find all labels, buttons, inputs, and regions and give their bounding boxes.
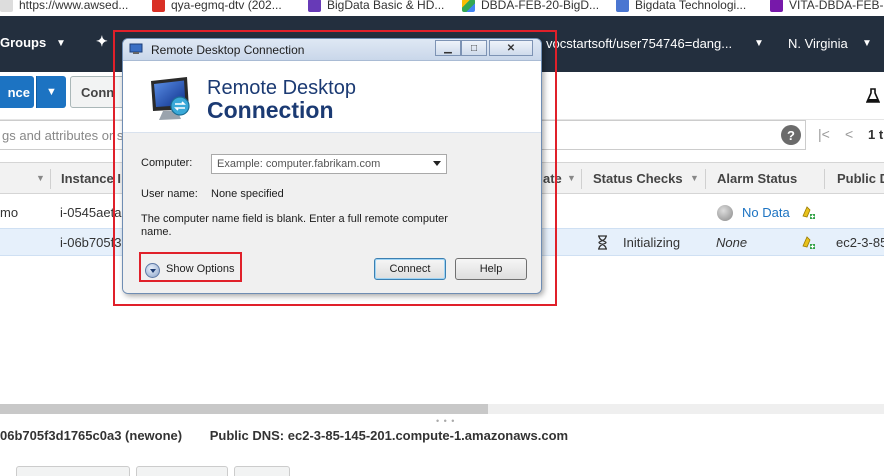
status-dot-icon [717, 205, 733, 221]
horizontal-scrollbar-track[interactable] [488, 404, 884, 414]
alarm-status-link[interactable]: No Data [742, 205, 790, 220]
rdp-icon [129, 43, 143, 54]
bookmark-item[interactable]: DBDA-FEB-20-BigD... [462, 0, 599, 15]
bookmarks-bar: https://www.awsed... qya-egmq-dtv (202..… [0, 0, 884, 16]
bookmark-label: Bigdata Technologi... [635, 0, 747, 12]
flask-icon[interactable] [866, 88, 880, 104]
launch-instance-button[interactable]: nce [0, 76, 34, 108]
public-dns-value[interactable]: ec2-3-85 [836, 235, 884, 250]
computer-label: Computer: [141, 157, 193, 169]
bookmark-item[interactable]: BigData Basic & HD... [308, 0, 444, 15]
column-instance-id[interactable]: Instance I [61, 171, 121, 186]
minimize-button[interactable]: ▁ [435, 40, 461, 56]
details-tab[interactable] [136, 466, 228, 476]
resource-groups-menu[interactable]: Groups [0, 35, 46, 50]
column-status-checks[interactable]: Status Checks [593, 171, 683, 186]
page-count: 1 t [868, 127, 884, 142]
chevron-down-icon: ▼ [754, 38, 764, 49]
public-dns-detail: ec2-3-85-145-201.compute-1.amazonaws.com [287, 428, 569, 443]
drive-icon [462, 0, 475, 12]
bookmark-item[interactable]: VITA-DBDA-FEB-... [770, 0, 884, 15]
column-divider [824, 169, 825, 189]
column-divider [581, 169, 582, 189]
username-value: None specified [211, 188, 284, 200]
splitter-grip-icon[interactable]: • • • [436, 416, 455, 426]
bookmark-item[interactable]: qya-egmq-dtv (202... [152, 0, 282, 15]
bookmark-label: VITA-DBDA-FEB-... [789, 0, 884, 12]
bookmark-label: https://www.awsed... [19, 0, 129, 12]
dialog-banner: Remote Desktop Connection [123, 61, 541, 133]
prev-page-icon[interactable]: < [845, 126, 853, 142]
globe-icon [0, 0, 13, 12]
connect-button[interactable]: Connect [374, 258, 446, 280]
launch-instance-dropdown[interactable]: ▼ [36, 76, 66, 108]
chevron-down-icon: ▼ [862, 38, 872, 49]
column-public-dns[interactable]: Public D [837, 171, 884, 186]
sort-caret-icon[interactable]: ▼ [690, 173, 699, 183]
onenote-icon [770, 0, 783, 12]
status-checks-value: Initializing [623, 235, 681, 250]
blank-computer-message: The computer name field is blank. Enter … [141, 213, 448, 238]
user-icon [616, 0, 629, 12]
first-page-icon[interactable]: |< [818, 126, 830, 142]
chevron-down-icon[interactable] [433, 161, 441, 166]
details-tab[interactable] [16, 466, 130, 476]
sort-caret-icon[interactable]: ▼ [567, 173, 576, 183]
dialog-titlebar[interactable]: Remote Desktop Connection ▁ □ ✕ [123, 39, 541, 61]
instance-summary: 06b705f3d1765c0a3 (newone) [0, 428, 183, 443]
add-alarm-icon[interactable] [800, 205, 816, 221]
banner-title-line2: Connection [207, 97, 334, 123]
instance-details-line: 06b705f3d1765c0a3 (newone) Public DNS: e… [0, 428, 568, 443]
computer-input[interactable]: Example: computer.fabrikam.com [211, 154, 447, 174]
remote-desktop-monitor-icon [151, 77, 190, 120]
sort-caret-icon[interactable]: ▼ [36, 173, 45, 183]
column-alarm-status[interactable]: Alarm Status [717, 171, 797, 186]
bookmark-item[interactable]: https://www.awsed... [0, 0, 128, 15]
account-menu[interactable]: vocstartsoft/user754746=dang... [546, 36, 732, 51]
bookmark-item[interactable]: Bigdata Technologi... [616, 0, 746, 15]
computer-placeholder: Example: computer.fabrikam.com [217, 158, 381, 170]
pin-icon[interactable]: ✦ [96, 33, 108, 50]
add-alarm-icon[interactable] [800, 235, 816, 251]
region-menu[interactable]: N. Virginia [788, 36, 848, 51]
instance-name: mo [0, 205, 19, 220]
bookmark-label: qya-egmq-dtv (202... [171, 0, 282, 12]
help-button[interactable]: Help [455, 258, 527, 280]
hourglass-icon [598, 235, 607, 250]
bookmark-label: DBDA-FEB-20-BigD... [481, 0, 600, 12]
column-divider [705, 169, 706, 189]
public-dns-label: Public DNS: [209, 428, 285, 443]
details-tab[interactable] [234, 466, 290, 476]
chevron-down-icon: ▼ [56, 38, 66, 49]
column-divider [50, 169, 51, 189]
username-label: User name: [141, 188, 198, 200]
help-icon[interactable]: ? [781, 125, 801, 145]
alarm-status-value: None [716, 235, 748, 250]
form-icon [308, 0, 321, 12]
horizontal-scrollbar-thumb[interactable] [0, 404, 488, 414]
site-icon [152, 0, 165, 12]
dialog-title: Remote Desktop Connection [151, 43, 305, 57]
show-options-highlight [139, 252, 242, 282]
maximize-button[interactable]: □ [461, 40, 487, 56]
close-button[interactable]: ✕ [489, 40, 533, 56]
bookmark-label: BigData Basic & HD... [327, 0, 445, 12]
